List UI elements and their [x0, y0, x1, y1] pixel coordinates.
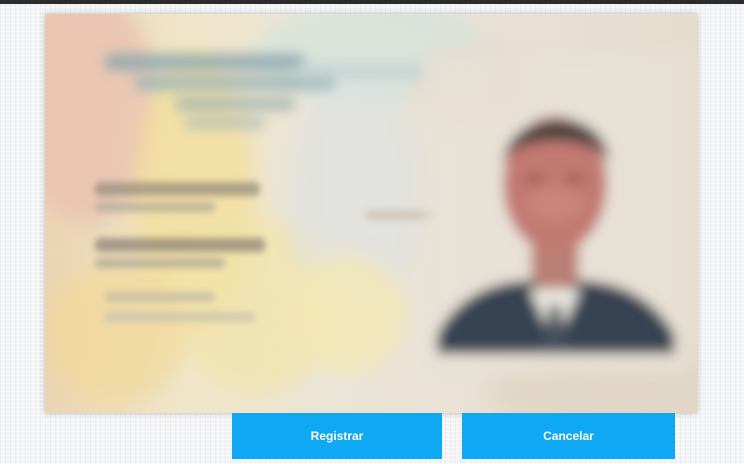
id-document-photo [45, 14, 697, 413]
top-divider [0, 0, 744, 4]
register-button[interactable]: Registrar [232, 413, 442, 459]
cancel-button[interactable]: Cancelar [462, 413, 675, 459]
app-screen: Registrar Cancelar [0, 0, 744, 464]
id-card-photo-icon [45, 14, 697, 413]
